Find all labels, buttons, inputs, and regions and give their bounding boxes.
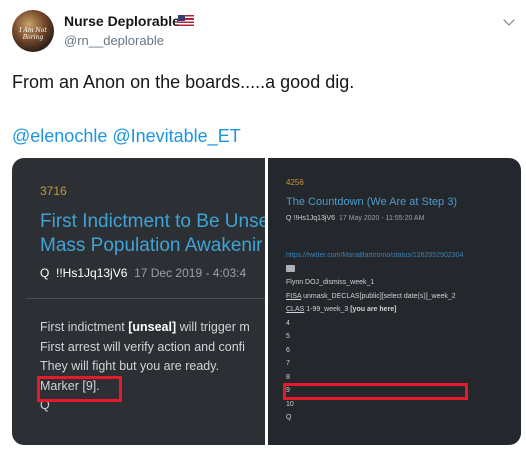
post-title: First Indictment to Be Unse Mass Populat… bbox=[40, 210, 265, 258]
step-line: 8 bbox=[286, 373, 290, 381]
post-trip: !!Hs1Jq13jV6 bbox=[56, 266, 128, 280]
image-icon bbox=[286, 265, 295, 272]
chevron-down-icon[interactable] bbox=[503, 14, 515, 26]
post-number: 4256 bbox=[286, 178, 304, 187]
post-body-line: First indictment [unseal] will trigger m bbox=[40, 320, 250, 334]
post-date: 17 Dec 2019 - 4:03:4 bbox=[134, 266, 247, 280]
us-flag-icon bbox=[178, 15, 194, 26]
mention-link[interactable]: @Inevitable_ET bbox=[112, 126, 240, 146]
post-title: The Countdown (We Are at Step 3) bbox=[286, 196, 457, 208]
step-line: 4 bbox=[286, 319, 290, 327]
post-meta: Q !!Hs1Jq13jV6 17 May 2020 - 11:55:20 AM bbox=[286, 215, 424, 222]
step-line: 7 bbox=[286, 360, 290, 367]
marker-highlight-box bbox=[283, 383, 468, 400]
post-link: https://twitter.com/MariaBartiromo/statu… bbox=[286, 252, 464, 259]
step-line: 5 bbox=[286, 333, 290, 340]
post-trip: !!Hs1Jq13jV6 bbox=[293, 215, 336, 222]
tweet-text: From an Anon on the boards.....a good di… bbox=[12, 72, 355, 92]
post-title-line: First Indictment to Be Unse bbox=[40, 211, 265, 232]
author-handle[interactable]: @rn__deplorable bbox=[64, 33, 164, 48]
author-name[interactable]: Nurse Deplorable bbox=[64, 13, 180, 29]
post-body-line: CLAS 1-99_week_3 [you are here] bbox=[286, 306, 397, 313]
tweet: I Am Not Boring Nurse Deplorable @rn__de… bbox=[0, 0, 526, 449]
post-body-line: Flynn DOJ_dismiss_week_1 bbox=[286, 279, 375, 286]
post-date: 17 May 2020 - 11:55:20 AM bbox=[338, 215, 425, 222]
post-title-line: Mass Population Awakenir bbox=[40, 235, 263, 256]
left-post-screenshot: 3716 First Indictment to Be Unse Mass Po… bbox=[12, 158, 265, 445]
post-number: 3716 bbox=[40, 184, 67, 198]
avatar-text: I Am Not Boring bbox=[19, 27, 47, 41]
tweet-mentions: @elenochle @Inevitable_ET bbox=[12, 126, 241, 147]
right-post-screenshot: 4256 The Countdown (We Are at Step 3) Q … bbox=[268, 158, 521, 445]
post-body: Flynn DOJ_dismiss_week_1 FISA unmask_DEC… bbox=[286, 276, 521, 425]
mention-link[interactable]: @elenochle bbox=[12, 126, 107, 146]
marker-highlight-box bbox=[37, 376, 122, 402]
post-body-line: They will fight but you are ready. bbox=[40, 359, 220, 373]
post-body-line: FISA unmask_DECLAS[public][select date(s… bbox=[286, 292, 456, 300]
tweet-media[interactable]: 3716 First Indictment to Be Unse Mass Po… bbox=[12, 158, 521, 445]
post-meta: Q !!Hs1Jq13jV6 17 Dec 2019 - 4:03:4 bbox=[40, 266, 265, 280]
post-author-q: Q bbox=[40, 266, 50, 280]
post-body-line: First arrest will verify action and conf… bbox=[40, 339, 245, 354]
post-author-q: Q bbox=[286, 215, 292, 222]
avatar[interactable]: I Am Not Boring bbox=[12, 10, 54, 52]
divider bbox=[26, 298, 265, 299]
step-line: 6 bbox=[286, 346, 290, 354]
post-sign: Q bbox=[286, 414, 292, 421]
